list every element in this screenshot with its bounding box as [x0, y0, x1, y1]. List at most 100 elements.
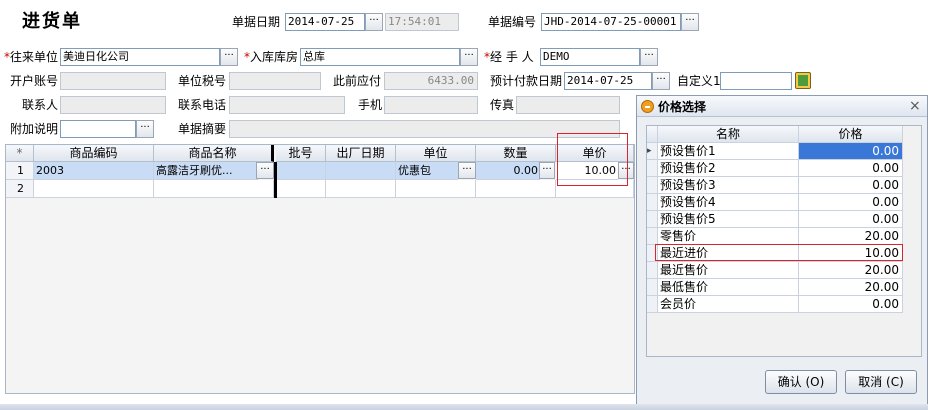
supplier-picker-button[interactable]: ··· — [220, 48, 238, 66]
docno-field[interactable]: JHD-2014-07-25-00001 — [541, 13, 681, 31]
price-row[interactable]: 预设售价2 0.00 — [647, 160, 921, 177]
phone-field[interactable] — [229, 96, 345, 114]
mobile-label: 手机 — [358, 98, 383, 112]
cell-unit[interactable] — [396, 180, 476, 198]
price-name-cell[interactable]: 预设售价3 — [658, 177, 799, 194]
cell-code[interactable]: 2003 — [34, 162, 154, 180]
price-name-cell[interactable]: 预设售价4 — [658, 194, 799, 211]
price-name-cell[interactable]: 最近售价 — [658, 262, 799, 279]
price-row[interactable]: 最低售价 20.00 — [647, 279, 921, 296]
contact-label: 联系人 — [22, 98, 59, 112]
mobile-field[interactable] — [384, 96, 478, 114]
cancel-button[interactable]: 取消 (C) — [845, 370, 917, 394]
col-header-price-name: 名称 — [658, 126, 799, 143]
col-header-price-value: 价格 — [799, 126, 903, 143]
account-field[interactable] — [60, 72, 166, 90]
price-value-cell[interactable]: 0.00 — [799, 194, 903, 211]
cell-name[interactable] — [154, 180, 274, 198]
contact-field[interactable] — [60, 96, 166, 114]
confirm-button[interactable]: 确认 (O) — [765, 370, 837, 394]
col-header-qty[interactable]: 数量 — [476, 145, 556, 162]
qty-picker-button[interactable]: ··· — [539, 162, 555, 179]
payable-label: 此前应付 — [333, 74, 382, 88]
dialog-title: 价格选择 — [658, 100, 707, 114]
price-value-cell[interactable]: 0.00 — [799, 143, 903, 160]
price-value-cell[interactable]: 20.00 — [799, 262, 903, 279]
warehouse-picker-button[interactable]: ··· — [460, 48, 478, 66]
taxno-field[interactable] — [229, 72, 321, 90]
docno-button[interactable]: ··· — [681, 13, 699, 31]
price-row[interactable]: 预设售价5 0.00 — [647, 211, 921, 228]
price-highlight-box — [557, 133, 628, 186]
date-field[interactable]: 2014-07-25 — [285, 13, 365, 31]
handler-field[interactable]: DEMO — [540, 48, 640, 66]
price-select-dialog: 价格选择 × 名称 价格 ▸ 预设售价1 0.00 预设售价2 0.00 预设售… — [636, 95, 928, 405]
col-header-code[interactable]: 商品编码 — [34, 145, 154, 162]
col-header-mfgdate[interactable]: 出厂日期 — [326, 145, 396, 162]
fax-field[interactable] — [516, 96, 620, 114]
row-number: 2 — [6, 180, 34, 198]
price-value-cell[interactable]: 0.00 — [799, 177, 903, 194]
col-header-name[interactable]: 商品名称 — [154, 145, 274, 162]
price-name-cell[interactable]: 会员价 — [658, 296, 799, 313]
col-header-marker: * — [6, 145, 34, 162]
row-pointer-icon: ▸ — [647, 143, 658, 160]
col-header-unit[interactable]: 单位 — [396, 145, 476, 162]
price-value-cell[interactable]: 0.00 — [799, 160, 903, 177]
unit-picker-button[interactable]: ··· — [458, 162, 476, 179]
supplier-label: *往来单位 — [4, 48, 58, 66]
cell-code[interactable] — [34, 180, 154, 198]
paydate-field[interactable]: 2014-07-25 — [564, 72, 652, 90]
cell-mfgdate[interactable] — [326, 162, 396, 180]
note-picker-button[interactable]: ··· — [136, 120, 154, 138]
supplier-field[interactable]: 美迪日化公司 — [60, 48, 220, 66]
payable-field: 6433.00 — [384, 72, 478, 90]
price-name-cell[interactable]: 预设售价5 — [658, 211, 799, 228]
warehouse-field[interactable]: 总库 — [300, 48, 460, 66]
price-value-cell[interactable]: 0.00 — [799, 296, 903, 313]
date-picker-button[interactable]: ··· — [365, 13, 383, 31]
paydate-label: 预计付款日期 — [490, 74, 563, 88]
price-name-cell[interactable]: 预设售价2 — [658, 160, 799, 177]
price-name-cell[interactable]: 预设售价1 — [658, 143, 799, 160]
cell-batch[interactable] — [277, 162, 326, 180]
price-row[interactable]: 会员价 0.00 — [647, 296, 921, 313]
note-field[interactable] — [60, 120, 136, 138]
supplier-label-text: 往来单位 — [10, 50, 59, 64]
price-row[interactable]: 最近售价 20.00 — [647, 262, 921, 279]
app-icon — [641, 100, 654, 113]
bottom-status-bar — [0, 404, 928, 410]
custom1-field[interactable] — [720, 72, 792, 90]
account-label: 开户账号 — [10, 74, 59, 88]
col-header-batch[interactable]: 批号 — [276, 145, 326, 162]
price-grid[interactable]: 名称 价格 ▸ 预设售价1 0.00 预设售价2 0.00 预设售价3 0.00… — [646, 125, 922, 357]
cell-name[interactable]: 高露洁牙刷优... — [154, 162, 258, 180]
calculator-icon[interactable] — [795, 72, 811, 89]
price-name-cell[interactable]: 最低售价 — [658, 279, 799, 296]
cell-batch[interactable] — [277, 180, 326, 198]
summary-label: 单据摘要 — [178, 122, 227, 136]
price-row[interactable]: 预设售价3 0.00 — [647, 177, 921, 194]
price-grid-header: 名称 价格 — [647, 126, 921, 143]
cell-unit[interactable]: 优惠包 — [396, 162, 458, 180]
cell-qty[interactable] — [476, 180, 556, 198]
price-name-cell[interactable]: 零售价 — [658, 228, 799, 245]
price-value-cell[interactable]: 20.00 — [799, 228, 903, 245]
paydate-picker-button[interactable]: ··· — [652, 72, 670, 90]
price-row[interactable]: 预设售价4 0.00 — [647, 194, 921, 211]
dialog-titlebar[interactable]: 价格选择 × — [637, 96, 927, 117]
name-picker-button[interactable]: ··· — [256, 162, 274, 179]
close-icon[interactable]: × — [909, 97, 921, 115]
price-value-cell[interactable]: 0.00 — [799, 211, 903, 228]
price-row[interactable]: ▸ 预设售价1 0.00 — [647, 143, 921, 160]
price-value-cell[interactable]: 20.00 — [799, 279, 903, 296]
price-row[interactable]: 零售价 20.00 — [647, 228, 921, 245]
cell-mfgdate[interactable] — [326, 180, 396, 198]
cell-qty[interactable]: 0.00 — [476, 162, 540, 180]
item-grid[interactable]: * 商品编码 商品名称 批号 出厂日期 单位 数量 单价 1 2003 高露洁牙… — [5, 144, 635, 394]
phone-label: 联系电话 — [178, 98, 227, 112]
handler-picker-button[interactable]: ··· — [640, 48, 658, 66]
row-indicator-header — [647, 126, 658, 143]
time-field: 17:54:01 — [385, 13, 459, 31]
row-number: 1 — [6, 162, 34, 180]
